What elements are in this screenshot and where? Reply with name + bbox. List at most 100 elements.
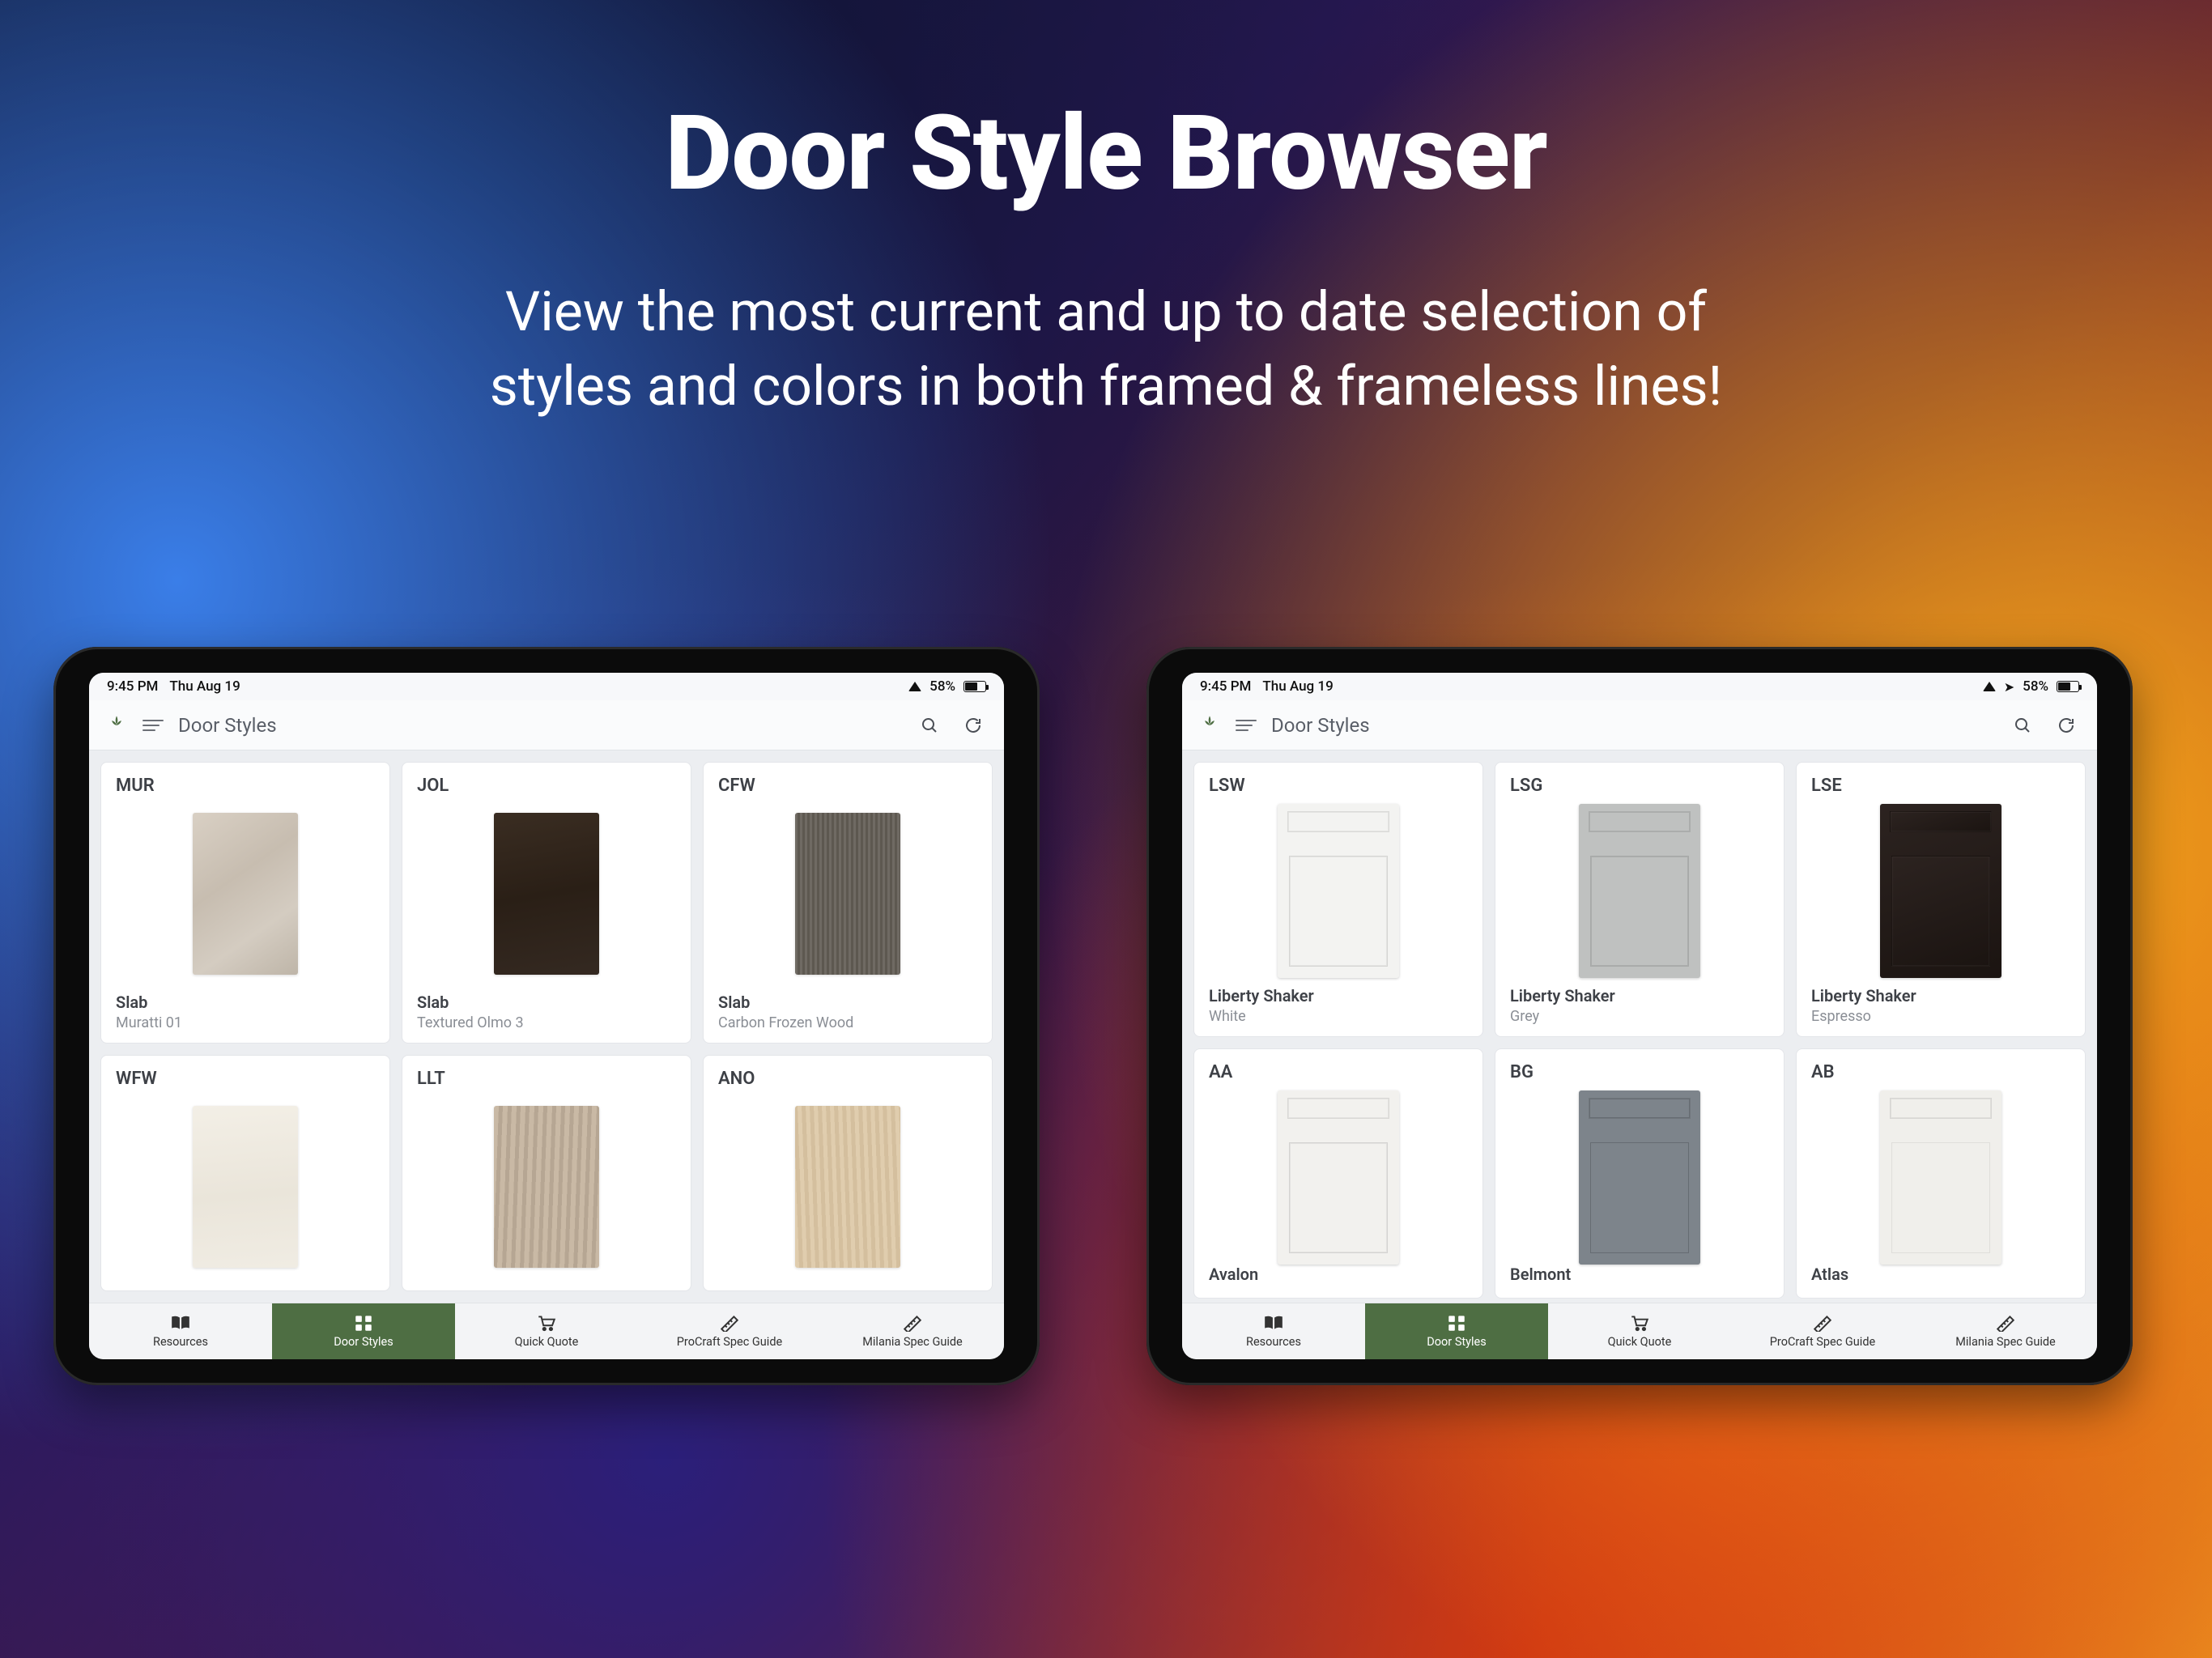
door-code: CFW [718, 776, 977, 796]
door-code: AB [1811, 1062, 2070, 1082]
tab-procraft-guide[interactable]: ProCraft Spec Guide [1731, 1303, 1914, 1359]
tab-bar: Resources Door Styles Quick Quote ProCra… [89, 1303, 1004, 1359]
door-style-card[interactable]: WFW [100, 1055, 390, 1292]
tab-label: Milania Spec Guide [1955, 1335, 2056, 1349]
door-swatch [795, 1106, 900, 1268]
ruler-icon [1812, 1314, 1833, 1332]
door-swatch [795, 813, 900, 975]
ruler-icon [1995, 1314, 2016, 1332]
hero-title: Door Style Browser [0, 93, 2212, 215]
door-code: ANO [718, 1069, 977, 1089]
door-style-card[interactable]: LSG Liberty Shaker Grey [1495, 762, 1784, 1037]
door-style-name: Slab [718, 993, 977, 1012]
door-code: LLT [417, 1069, 676, 1089]
app-bar: Door Styles [89, 700, 1004, 750]
tab-label: Resources [153, 1335, 208, 1349]
tab-label: ProCraft Spec Guide [677, 1335, 782, 1349]
tab-label: Door Styles [334, 1335, 393, 1349]
status-bar: 9:45 PM Thu Aug 19 ➤ 58% [1182, 673, 2097, 700]
door-style-grid[interactable]: MUR Slab Muratti 01JOL Slab Textured Olm… [89, 750, 1004, 1303]
door-code: AA [1209, 1062, 1468, 1082]
tablet-left: 9:45 PM Thu Aug 19 58% Door Styles [53, 647, 1040, 1385]
door-style-card[interactable]: AB Atlas [1796, 1048, 2086, 1299]
tab-quick-quote[interactable]: Quick Quote [455, 1303, 638, 1359]
cart-icon [1629, 1314, 1650, 1332]
tab-milania-guide[interactable]: Milania Spec Guide [821, 1303, 1004, 1359]
door-code: BG [1510, 1062, 1769, 1082]
sort-icon[interactable] [143, 720, 164, 731]
door-style-grid[interactable]: LSW Liberty Shaker WhiteLSG Liberty Shak… [1182, 750, 2097, 1303]
door-style-card[interactable]: BG Belmont [1495, 1048, 1784, 1299]
door-color-name: Espresso [1811, 1008, 2070, 1025]
brand-logo-icon[interactable] [1198, 714, 1221, 737]
battery-percent: 58% [2023, 678, 2048, 695]
door-style-name: Liberty Shaker [1510, 986, 1769, 1005]
book-icon [1263, 1314, 1284, 1332]
door-swatch [494, 1106, 599, 1268]
ruler-icon [902, 1314, 923, 1332]
door-color-name: Muratti 01 [116, 1014, 375, 1031]
tablet-right: 9:45 PM Thu Aug 19 ➤ 58% Door Styles [1146, 647, 2133, 1385]
battery-percent: 58% [929, 678, 955, 695]
door-code: WFW [116, 1069, 375, 1089]
swatch-container [1811, 1090, 2070, 1265]
hero-sub-line-1: View the most current and up to date sel… [505, 279, 1707, 344]
search-icon[interactable] [2008, 711, 2037, 740]
door-style-card[interactable]: LLT [402, 1055, 691, 1292]
tab-label: Quick Quote [515, 1335, 579, 1349]
tab-procraft-guide[interactable]: ProCraft Spec Guide [638, 1303, 821, 1359]
swatch-container [1209, 804, 1468, 978]
door-code: LSE [1811, 776, 2070, 796]
tab-milania-guide[interactable]: Milania Spec Guide [1914, 1303, 2097, 1359]
hero-subtitle: View the most current and up to date sel… [0, 275, 2212, 424]
search-icon[interactable] [915, 711, 944, 740]
grid-icon [1446, 1314, 1467, 1332]
wifi-icon [1983, 678, 1996, 695]
door-swatch [1880, 804, 2001, 978]
swatch-container [718, 1097, 977, 1278]
battery-icon [963, 681, 986, 692]
door-style-name: Liberty Shaker [1209, 986, 1468, 1005]
swatch-container [417, 1097, 676, 1278]
door-style-card[interactable]: CFW Slab Carbon Frozen Wood [703, 762, 993, 1044]
door-code: JOL [417, 776, 676, 796]
sort-icon[interactable] [1236, 720, 1257, 731]
app-screen: 9:45 PM Thu Aug 19 58% Door Styles [89, 673, 1004, 1359]
book-icon [170, 1314, 191, 1332]
refresh-icon[interactable] [959, 711, 988, 740]
door-style-card[interactable]: JOL Slab Textured Olmo 3 [402, 762, 691, 1044]
tab-door-styles[interactable]: Door Styles [272, 1303, 455, 1359]
swatch-container [116, 804, 375, 984]
door-style-name: Avalon [1209, 1265, 1468, 1284]
page-title: Door Styles [178, 714, 277, 737]
tab-label: Quick Quote [1608, 1335, 1672, 1349]
door-color-name: White [1209, 1008, 1468, 1025]
door-swatch [1278, 1090, 1399, 1265]
tab-resources[interactable]: Resources [1182, 1303, 1365, 1359]
tab-label: Resources [1246, 1335, 1301, 1349]
door-style-card[interactable]: AA Avalon [1193, 1048, 1483, 1299]
location-icon: ➤ [2004, 679, 2014, 695]
grid-icon [353, 1314, 374, 1332]
status-date: Thu Aug 19 [169, 678, 240, 695]
tab-door-styles[interactable]: Door Styles [1365, 1303, 1548, 1359]
door-style-name: Slab [417, 993, 676, 1012]
door-style-card[interactable]: ANO [703, 1055, 993, 1292]
door-style-card[interactable]: LSE Liberty Shaker Espresso [1796, 762, 2086, 1037]
tab-quick-quote[interactable]: Quick Quote [1548, 1303, 1731, 1359]
door-swatch [1278, 804, 1399, 978]
tab-bar: Resources Door Styles Quick Quote ProCra… [1182, 1303, 2097, 1359]
brand-logo-icon[interactable] [105, 714, 128, 737]
tab-resources[interactable]: Resources [89, 1303, 272, 1359]
refresh-icon[interactable] [2052, 711, 2081, 740]
door-color-name: Textured Olmo 3 [417, 1014, 676, 1031]
wifi-icon [908, 678, 921, 695]
door-style-card[interactable]: MUR Slab Muratti 01 [100, 762, 390, 1044]
cart-icon [536, 1314, 557, 1332]
door-style-name: Belmont [1510, 1265, 1769, 1284]
door-code: LSG [1510, 776, 1769, 796]
door-style-card[interactable]: LSW Liberty Shaker White [1193, 762, 1483, 1037]
app-bar: Door Styles [1182, 700, 2097, 750]
swatch-container [116, 1097, 375, 1278]
marketing-slide: Door Style Browser View the most current… [0, 0, 2212, 1658]
